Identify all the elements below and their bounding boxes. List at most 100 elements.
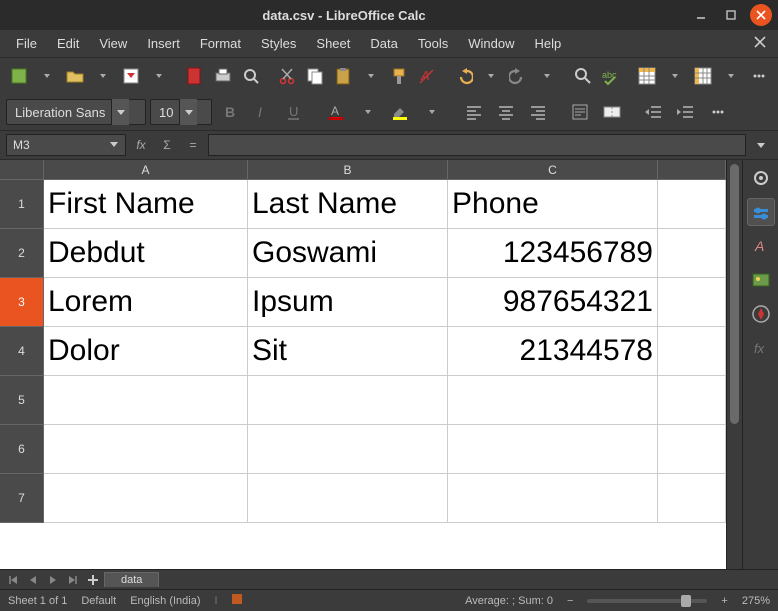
status-insert-mode[interactable]: I <box>215 595 218 607</box>
row-header-1[interactable]: 1 <box>0 180 44 229</box>
row-header-3[interactable]: 3 <box>0 278 44 327</box>
merge-cells-button[interactable] <box>598 98 626 126</box>
toolbar-overflow-button[interactable] <box>746 62 772 90</box>
open-dropdown[interactable] <box>90 62 116 90</box>
cell-D2[interactable] <box>658 229 726 278</box>
wrap-text-button[interactable] <box>566 98 594 126</box>
paste-dropdown[interactable] <box>358 62 384 90</box>
cell-C6[interactable] <box>448 425 658 474</box>
save-dropdown[interactable] <box>146 62 172 90</box>
export-pdf-button[interactable] <box>182 62 208 90</box>
sidebar-functions-button[interactable]: fx <box>747 334 775 362</box>
column-header-B[interactable]: B <box>248 160 448 179</box>
cell-C7[interactable] <box>448 474 658 523</box>
find-button[interactable] <box>570 62 596 90</box>
cell-D4[interactable] <box>658 327 726 376</box>
formula-expand-button[interactable] <box>750 134 772 156</box>
status-calc[interactable]: Average: ; Sum: 0 <box>465 595 553 607</box>
row-dropdown[interactable] <box>662 62 688 90</box>
row-header-4[interactable]: 4 <box>0 327 44 376</box>
column-dropdown[interactable] <box>718 62 744 90</box>
clear-formatting-button[interactable]: A <box>414 62 440 90</box>
formula-button[interactable]: = <box>182 134 204 156</box>
redo-button[interactable] <box>506 62 532 90</box>
menu-edit[interactable]: Edit <box>47 32 89 55</box>
cell-A2[interactable]: Debdut <box>44 229 248 278</box>
add-sheet-button[interactable] <box>84 572 102 588</box>
close-button[interactable] <box>750 4 772 26</box>
cell-B5[interactable] <box>248 376 448 425</box>
cell-A1[interactable]: First Name <box>44 180 248 229</box>
cell-C5[interactable] <box>448 376 658 425</box>
cell-C3[interactable]: 987654321 <box>448 278 658 327</box>
sheet-tab-data[interactable]: data <box>104 572 159 587</box>
maximize-button[interactable] <box>720 4 742 26</box>
cell-D3[interactable] <box>658 278 726 327</box>
zoom-slider[interactable] <box>587 599 707 603</box>
tab-next-button[interactable] <box>44 572 62 588</box>
undo-dropdown[interactable] <box>478 62 504 90</box>
zoom-out-button[interactable]: − <box>567 595 573 607</box>
name-box[interactable]: M3 <box>6 134 126 156</box>
redo-dropdown[interactable] <box>534 62 560 90</box>
menu-window[interactable]: Window <box>458 32 524 55</box>
cell-B2[interactable]: Goswami <box>248 229 448 278</box>
sidebar-navigator-button[interactable] <box>747 300 775 328</box>
menu-insert[interactable]: Insert <box>137 32 190 55</box>
align-center-button[interactable] <box>492 98 520 126</box>
minimize-button[interactable] <box>690 4 712 26</box>
print-button[interactable] <box>210 62 236 90</box>
new-dropdown[interactable] <box>34 62 60 90</box>
save-button[interactable] <box>118 62 144 90</box>
italic-button[interactable]: I <box>248 98 276 126</box>
cell-D6[interactable] <box>658 425 726 474</box>
cell-B3[interactable]: Ipsum <box>248 278 448 327</box>
cell-C1[interactable]: Phone <box>448 180 658 229</box>
undo-button[interactable] <box>450 62 476 90</box>
tab-first-button[interactable] <box>4 572 22 588</box>
cut-button[interactable] <box>274 62 300 90</box>
status-language[interactable]: English (India) <box>130 595 200 607</box>
menu-data[interactable]: Data <box>360 32 407 55</box>
align-left-button[interactable] <box>460 98 488 126</box>
indent-increase-button[interactable] <box>672 98 700 126</box>
cell-A3[interactable]: Lorem <box>44 278 248 327</box>
formatting-overflow-button[interactable] <box>704 98 732 126</box>
zoom-value[interactable]: 275% <box>742 595 770 607</box>
cell-A5[interactable] <box>44 376 248 425</box>
menu-help[interactable]: Help <box>524 32 571 55</box>
cell-A6[interactable] <box>44 425 248 474</box>
column-header-A[interactable]: A <box>44 160 248 179</box>
copy-button[interactable] <box>302 62 328 90</box>
menu-tools[interactable]: Tools <box>408 32 458 55</box>
menu-format[interactable]: Format <box>190 32 251 55</box>
cell-C4[interactable]: 21344578 <box>448 327 658 376</box>
bold-button[interactable]: B <box>216 98 244 126</box>
underline-button[interactable]: U <box>280 98 308 126</box>
print-preview-button[interactable] <box>238 62 264 90</box>
formula-input[interactable] <box>208 134 746 156</box>
tab-last-button[interactable] <box>64 572 82 588</box>
column-button[interactable] <box>690 62 716 90</box>
row-header-5[interactable]: 5 <box>0 376 44 425</box>
clone-formatting-button[interactable] <box>386 62 412 90</box>
cell-C2[interactable]: 123456789 <box>448 229 658 278</box>
open-button[interactable] <box>62 62 88 90</box>
select-all-corner[interactable] <box>0 160 44 179</box>
cell-B7[interactable] <box>248 474 448 523</box>
column-header-next[interactable] <box>658 160 726 179</box>
row-header-2[interactable]: 2 <box>0 229 44 278</box>
highlight-dropdown[interactable] <box>418 98 446 126</box>
tab-prev-button[interactable] <box>24 572 42 588</box>
cell-B4[interactable]: Sit <box>248 327 448 376</box>
sum-button[interactable]: Σ <box>156 134 178 156</box>
sidebar-styles-button[interactable]: A <box>747 232 775 260</box>
row-button[interactable] <box>634 62 660 90</box>
spellcheck-button[interactable]: abc <box>598 62 624 90</box>
scrollbar-thumb[interactable] <box>730 164 739 424</box>
cell-B6[interactable] <box>248 425 448 474</box>
indent-decrease-button[interactable] <box>640 98 668 126</box>
menu-view[interactable]: View <box>89 32 137 55</box>
close-document-button[interactable] <box>748 34 772 53</box>
zoom-slider-knob[interactable] <box>681 595 691 607</box>
